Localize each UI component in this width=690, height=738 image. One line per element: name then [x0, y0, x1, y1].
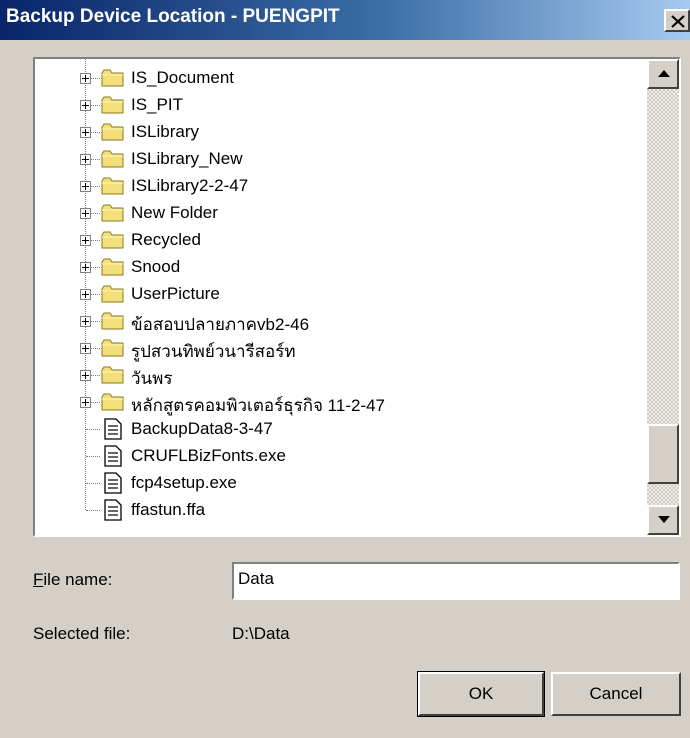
expand-icon[interactable]: [80, 343, 91, 354]
scroll-thumb[interactable]: [647, 424, 679, 484]
folder-label: หลักสูตรคอมพิวเตอร์ธุรกิจ 11-2-47: [131, 396, 386, 415]
folder-label: วันพร: [131, 369, 173, 388]
window-title: Backup Device Location - PUENGPIT: [6, 6, 340, 27]
selected-file-label: Selected file:: [33, 624, 131, 643]
folder-icon: [101, 285, 124, 303]
expand-icon[interactable]: [80, 73, 91, 84]
file-label: BackupData8-3-47: [131, 419, 273, 438]
tree-file-item[interactable]: ffastun.ffa: [35, 497, 645, 524]
folder-label: ISLibrary_New: [131, 149, 243, 168]
tree-branch-line: [86, 483, 100, 484]
folder-label: UserPicture: [131, 284, 220, 303]
folder-icon: [101, 393, 124, 411]
folder-label: ข้อสอบปลายภาคvb2-46: [131, 315, 310, 334]
folder-icon: [101, 123, 124, 141]
folder-label: IS_PIT: [131, 95, 183, 114]
file-name-accelerator: F: [33, 570, 44, 589]
cancel-button[interactable]: Cancel: [551, 672, 681, 716]
tree-folder-item[interactable]: รูปสวนทิพย์วนารีสอร์ท: [35, 335, 645, 362]
expand-icon[interactable]: [80, 100, 91, 111]
tree-rows: IS_Document IS_PIT ISLibrary ISLibrary_New I…: [35, 59, 647, 535]
expand-icon[interactable]: [80, 370, 91, 381]
tree-folder-item[interactable]: ข้อสอบปลายภาคvb2-46: [35, 308, 645, 335]
expand-icon[interactable]: [80, 289, 91, 300]
tree-folder-item[interactable]: วันพร: [35, 362, 645, 389]
file-name-label: File name:: [33, 570, 112, 590]
tree-branch-line: [86, 429, 100, 430]
title-bar[interactable]: Backup Device Location - PUENGPIT: [0, 0, 690, 40]
tree-folder-item[interactable]: UserPicture: [35, 281, 645, 308]
folder-icon: [101, 204, 124, 222]
tree-file-item[interactable]: fcp4setup.exe: [35, 470, 645, 497]
selected-file-value: D:\Data: [232, 624, 290, 643]
folder-label: New Folder: [131, 203, 218, 222]
tree-folder-item[interactable]: ISLibrary2-2-47: [35, 173, 645, 200]
folder-label: ISLibrary: [131, 122, 200, 141]
tree-file-item[interactable]: CRUFLBizFonts.exe: [35, 443, 645, 470]
tree-folder-item[interactable]: New Folder: [35, 200, 645, 227]
file-name-label-text: ile name:: [43, 570, 113, 589]
tree-folder-item[interactable]: ISLibrary_New: [35, 146, 645, 173]
document-icon: [104, 499, 122, 521]
tree-folder-item[interactable]: Recycled: [35, 227, 645, 254]
ok-button[interactable]: OK: [417, 671, 545, 717]
file-label: fcp4setup.exe: [131, 473, 237, 492]
tree-branch-line: [86, 456, 100, 457]
tree-folder-item[interactable]: หลักสูตรคอมพิวเตอร์ธุรกิจ 11-2-47: [35, 389, 645, 416]
arrow-down-icon: [658, 516, 670, 523]
folder-label: IS_Document: [131, 68, 234, 87]
document-icon: [104, 472, 122, 494]
tree-file-item[interactable]: BackupData8-3-47: [35, 416, 645, 443]
expand-icon[interactable]: [80, 235, 91, 246]
folder-icon: [101, 96, 124, 114]
file-name-input[interactable]: Data: [232, 562, 680, 600]
folder-icon: [101, 150, 124, 168]
folder-label: Snood: [131, 257, 181, 276]
folder-label: รูปสวนทิพย์วนารีสอร์ท: [131, 342, 296, 361]
tree-branch-line: [86, 510, 100, 511]
expand-icon[interactable]: [80, 181, 91, 192]
expand-icon[interactable]: [80, 127, 91, 138]
tree-folder-item[interactable]: Snood: [35, 254, 645, 281]
expand-icon[interactable]: [80, 397, 91, 408]
expand-icon[interactable]: [80, 154, 91, 165]
arrow-up-icon: [658, 70, 670, 77]
file-label: ffastun.ffa: [131, 500, 206, 519]
folder-icon: [101, 366, 124, 384]
close-button[interactable]: [664, 9, 690, 32]
backup-device-location-dialog: Backup Device Location - PUENGPIT IS_Doc…: [0, 0, 690, 738]
folder-icon: [101, 312, 124, 330]
expand-icon[interactable]: [80, 262, 91, 273]
file-label: CRUFLBizFonts.exe: [131, 446, 286, 465]
tree-folder-item[interactable]: ISLibrary: [35, 119, 645, 146]
expand-icon[interactable]: [80, 208, 91, 219]
scroll-up-button[interactable]: [647, 59, 679, 89]
folder-label: ISLibrary2-2-47: [131, 176, 249, 195]
vertical-scrollbar[interactable]: [647, 59, 679, 535]
document-icon: [104, 445, 122, 467]
folder-icon: [101, 258, 124, 276]
expand-icon[interactable]: [80, 316, 91, 327]
tree-folder-item[interactable]: IS_PIT: [35, 92, 645, 119]
folder-label: Recycled: [131, 230, 201, 249]
tree-folder-item[interactable]: IS_Document: [35, 65, 645, 92]
folder-icon: [101, 69, 124, 87]
scroll-down-button[interactable]: [647, 505, 679, 535]
folder-icon: [101, 177, 124, 195]
folder-tree[interactable]: IS_Document IS_PIT ISLibrary ISLibrary_New I…: [33, 57, 681, 537]
folder-icon: [101, 231, 124, 249]
close-icon: [671, 15, 685, 28]
folder-icon: [101, 339, 124, 357]
document-icon: [104, 418, 122, 440]
